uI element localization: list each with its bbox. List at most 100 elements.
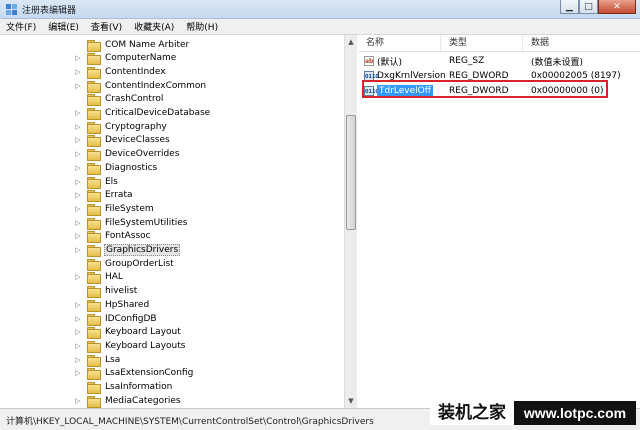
scrollbar-thumb[interactable] bbox=[346, 115, 356, 230]
folder-icon bbox=[87, 354, 101, 367]
minimize-button[interactable]: ▁ bbox=[560, 0, 579, 14]
tree-item[interactable]: ▷ HpShared bbox=[74, 298, 150, 312]
column-header-data[interactable]: 数据 bbox=[523, 35, 640, 51]
tree-item[interactable]: ▷ Lsa bbox=[74, 353, 121, 367]
tree-item[interactable]: ▷ Els bbox=[74, 175, 119, 189]
tree-item-label: DeviceClasses bbox=[105, 135, 170, 146]
folder-icon bbox=[87, 313, 101, 326]
tree-item[interactable]: ▷ MediaCategories bbox=[74, 394, 182, 408]
tree-item-label: ContentIndexCommon bbox=[105, 80, 207, 91]
expand-arrow-icon[interactable]: ▷ bbox=[74, 109, 82, 117]
expand-arrow-icon[interactable]: ▷ bbox=[74, 328, 82, 336]
tree-item-label: CrashControl bbox=[105, 94, 164, 105]
expand-arrow-icon[interactable]: ▷ bbox=[74, 54, 82, 62]
tree-item-label: FontAssoc bbox=[105, 231, 151, 242]
folder-icon bbox=[87, 66, 101, 79]
tree-item[interactable]: ▷ FileSystem bbox=[74, 202, 155, 216]
menu-view[interactable]: 查看(V) bbox=[91, 20, 122, 33]
folder-icon bbox=[87, 80, 101, 93]
value-name: (默认) bbox=[377, 57, 403, 68]
tree-item[interactable]: ▷ FontAssoc bbox=[74, 230, 152, 244]
column-header-type[interactable]: 类型 bbox=[441, 35, 523, 51]
menu-favorites[interactable]: 收藏夹(A) bbox=[134, 20, 174, 33]
value-row[interactable]: 0110 DxgKrnlVersion REG_DWORD 0x00002005 (8… bbox=[358, 69, 640, 83]
maximize-button[interactable]: □ bbox=[579, 0, 598, 14]
tree-item-label: HAL bbox=[105, 272, 123, 283]
tree-item[interactable]: ▷ Keyboard Layout bbox=[74, 326, 182, 340]
close-button[interactable]: ✕ bbox=[598, 0, 636, 14]
tree-item[interactable]: ▷ Errata bbox=[74, 189, 134, 203]
tree-item[interactable]: GroupOrderList bbox=[74, 257, 175, 271]
scroll-up-icon[interactable]: ▲ bbox=[345, 36, 357, 48]
expand-arrow-icon[interactable]: ▷ bbox=[74, 123, 82, 131]
status-path: 计算机\HKEY_LOCAL_MACHINE\SYSTEM\CurrentCon… bbox=[6, 417, 374, 427]
list-header: 名称 类型 数据 bbox=[358, 35, 640, 52]
binary-value-icon: 0110 bbox=[364, 71, 379, 81]
expand-arrow-icon[interactable]: ▷ bbox=[74, 164, 82, 172]
expand-arrow-icon[interactable]: ▷ bbox=[74, 356, 82, 364]
expand-arrow-icon[interactable]: ▷ bbox=[74, 397, 82, 405]
folder-icon bbox=[87, 217, 101, 230]
expand-arrow-icon[interactable]: ▷ bbox=[74, 136, 82, 144]
tree-item[interactable]: ▷ Diagnostics bbox=[74, 161, 158, 175]
value-row[interactable]: 0110 TdrLevelOff REG_DWORD 0x00000000 (0) bbox=[358, 84, 640, 98]
tree-item[interactable]: CrashControl bbox=[74, 93, 164, 107]
tree-item-label: LsaExtensionConfig bbox=[105, 368, 194, 379]
tree-item[interactable]: hivelist bbox=[74, 285, 138, 299]
folder-icon bbox=[87, 299, 101, 312]
value-row[interactable]: ab (默认) REG_SZ (数值未设置) bbox=[358, 54, 640, 68]
menu-file[interactable]: 文件(F) bbox=[6, 20, 36, 33]
expand-arrow-icon[interactable]: ▷ bbox=[74, 232, 82, 240]
tree-item[interactable]: COM Name Arbiter bbox=[74, 38, 190, 52]
expand-arrow-icon[interactable]: ▷ bbox=[74, 301, 82, 309]
expand-arrow-icon[interactable]: ▷ bbox=[74, 246, 82, 254]
tree-item[interactable]: ▷ Cryptography bbox=[74, 120, 168, 134]
expand-arrow-icon[interactable]: ▷ bbox=[74, 219, 82, 227]
folder-icon bbox=[87, 121, 101, 134]
folder-icon bbox=[87, 39, 101, 52]
tree-item[interactable]: ▷ ComputerName bbox=[74, 52, 177, 66]
expand-arrow-icon[interactable]: ▷ bbox=[74, 205, 82, 213]
tree-item[interactable]: ▷ HAL bbox=[74, 271, 124, 285]
tree-item[interactable]: ▷ CriticalDeviceDatabase bbox=[74, 107, 211, 120]
tree-item[interactable]: ▷ FileSystemUtilities bbox=[74, 216, 189, 230]
value-data: (数值未设置) bbox=[531, 57, 584, 68]
expand-arrow-icon[interactable]: ▷ bbox=[74, 150, 82, 158]
expand-arrow-icon[interactable]: ▷ bbox=[74, 178, 82, 186]
folder-icon bbox=[87, 368, 101, 381]
expand-arrow-icon[interactable]: ▷ bbox=[74, 369, 82, 377]
tree-item[interactable]: ▷ GraphicsDrivers bbox=[74, 244, 181, 257]
registry-tree[interactable]: COM Name Arbiter ▷ ComputerName ▷ ContentInd… bbox=[0, 35, 357, 408]
close-icon: ✕ bbox=[613, 1, 621, 12]
tree-item-label: GroupOrderList bbox=[105, 258, 174, 269]
tree-item-label: hivelist bbox=[105, 286, 138, 297]
tree-item[interactable]: ▷ ContentIndex bbox=[74, 65, 167, 79]
tree-item[interactable]: ▷ ContentIndexCommon bbox=[74, 79, 207, 93]
expand-arrow-icon[interactable]: ▷ bbox=[74, 191, 82, 199]
menu-edit[interactable]: 编辑(E) bbox=[48, 20, 79, 33]
column-header-name[interactable]: 名称 bbox=[358, 35, 441, 51]
value-name: DxgKrnlVersion bbox=[377, 71, 446, 81]
tree-item-label: DeviceOverrides bbox=[105, 149, 180, 160]
folder-icon bbox=[87, 286, 101, 299]
tree-item[interactable]: LsaInformation bbox=[74, 381, 173, 394]
tree-item-label: IDConfigDB bbox=[105, 313, 157, 324]
tree-item[interactable]: ▷ LsaExtensionConfig bbox=[74, 367, 194, 381]
expand-arrow-icon[interactable]: ▷ bbox=[74, 342, 82, 350]
value-name-cell: ab (默认) bbox=[358, 55, 449, 68]
expand-arrow-icon[interactable]: ▷ bbox=[74, 315, 82, 323]
folder-icon bbox=[87, 327, 101, 340]
expand-arrow-icon[interactable]: ▷ bbox=[74, 273, 82, 281]
tree-item[interactable]: ▷ IDConfigDB bbox=[74, 312, 158, 326]
menu-help[interactable]: 帮助(H) bbox=[186, 20, 218, 33]
tree-item[interactable]: ▷ DeviceOverrides bbox=[74, 148, 180, 162]
expand-arrow-icon[interactable]: ▷ bbox=[74, 82, 82, 90]
folder-icon bbox=[87, 382, 101, 394]
expand-arrow-icon[interactable]: ▷ bbox=[74, 68, 82, 76]
tree-item-label: Diagnostics bbox=[105, 162, 158, 173]
tree-scrollbar[interactable]: ▲ ▼ bbox=[344, 35, 357, 408]
value-type: REG_DWORD bbox=[449, 86, 509, 96]
tree-item[interactable]: ▷ Keyboard Layouts bbox=[74, 339, 186, 353]
scroll-down-icon[interactable]: ▼ bbox=[345, 395, 357, 407]
tree-item[interactable]: ▷ DeviceClasses bbox=[74, 134, 171, 148]
